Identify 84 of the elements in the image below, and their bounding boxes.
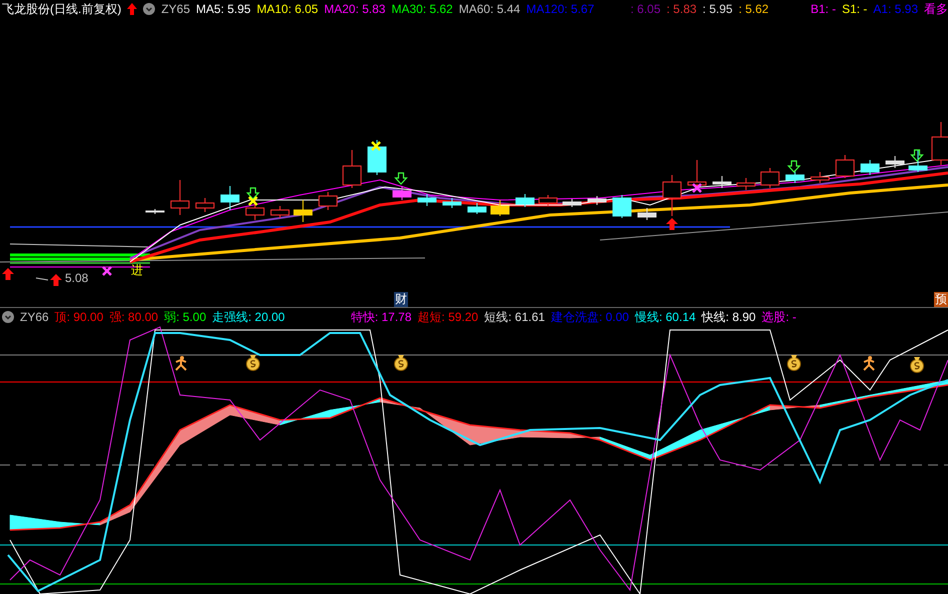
candlestick bbox=[712, 176, 732, 188]
candlestick bbox=[562, 198, 582, 208]
candlestick bbox=[490, 200, 510, 216]
candlestick bbox=[662, 174, 682, 216]
candlestick bbox=[886, 156, 904, 168]
indicator-name: ZY65 bbox=[161, 1, 190, 18]
indicator-value: 快线: 8.90 bbox=[702, 309, 756, 326]
candlestick bbox=[836, 154, 854, 178]
cross-icon bbox=[248, 196, 258, 206]
candlestick bbox=[196, 198, 214, 212]
indicator-value: MA60: 5.44 bbox=[458, 1, 520, 18]
indicator-value: 短线: 61.61 bbox=[484, 309, 545, 326]
down-arrow-icon bbox=[910, 149, 924, 162]
event-marker: 预 bbox=[934, 292, 948, 307]
indicator-value: 走强线: 20.00 bbox=[212, 309, 285, 326]
candlestick bbox=[246, 200, 264, 220]
indicator-value: 超短: 59.20 bbox=[418, 309, 478, 326]
entry-label: 进 bbox=[131, 263, 143, 277]
candlestick bbox=[294, 200, 312, 222]
up-arrow-icon bbox=[50, 274, 62, 286]
indicator-value: 特快: 17.78 bbox=[350, 309, 412, 326]
candlestick bbox=[538, 194, 558, 206]
stock-title: 飞龙股份(日线.前复权) bbox=[2, 1, 122, 18]
indicator-value: : 6.05 bbox=[630, 1, 661, 18]
candlestick bbox=[392, 186, 412, 200]
money-bag-icon bbox=[246, 355, 260, 371]
indicator-value: MA10: 6.05 bbox=[256, 1, 318, 18]
indicator-name: ZY66 bbox=[20, 309, 49, 326]
candlestick bbox=[810, 172, 830, 184]
signal-value: S1: - bbox=[842, 1, 868, 18]
money-bag-icon bbox=[910, 357, 924, 373]
indicator-value: 弱: 5.00 bbox=[164, 309, 206, 326]
candlestick bbox=[270, 206, 290, 218]
candlestick bbox=[588, 196, 606, 206]
candlestick bbox=[736, 178, 756, 190]
indicator-value: 慢线: 60.14 bbox=[634, 309, 696, 326]
candlestick bbox=[860, 160, 880, 176]
indicator-value: 强: 80.00 bbox=[109, 309, 158, 326]
candlestick bbox=[318, 192, 338, 210]
candlestick bbox=[516, 194, 534, 208]
candlestick bbox=[368, 140, 386, 176]
down-arrow-icon bbox=[246, 187, 260, 200]
running-figure-icon bbox=[175, 356, 187, 371]
cross-icon bbox=[102, 266, 112, 276]
money-bag-icon bbox=[394, 355, 408, 371]
running-figure-icon bbox=[863, 356, 875, 371]
leader-line bbox=[36, 278, 48, 280]
candlestick bbox=[612, 194, 632, 218]
indicator-value: MA20: 5.83 bbox=[324, 1, 386, 18]
candlestick bbox=[638, 208, 656, 220]
candlestick bbox=[932, 122, 948, 166]
indicator-value: 建仓洗盘: 0.00 bbox=[550, 309, 629, 326]
indicator-value: : 5.83 bbox=[666, 1, 697, 18]
signal-value: B1: - bbox=[810, 1, 836, 18]
candlestick bbox=[342, 150, 362, 188]
signal-value: 看多 bbox=[924, 1, 948, 18]
money-bag-icon bbox=[787, 355, 801, 371]
low-price-label: 5.08 bbox=[65, 271, 88, 285]
candlestick bbox=[908, 150, 928, 172]
candlestick bbox=[418, 194, 436, 206]
indicator-value: 顶: 90.00 bbox=[54, 309, 104, 326]
down-arrow-icon bbox=[787, 160, 801, 173]
indicator-value: 选股: - bbox=[762, 309, 796, 326]
candlestick bbox=[442, 198, 462, 208]
up-arrow-icon bbox=[127, 3, 138, 15]
candlestick bbox=[468, 202, 486, 214]
candlestick bbox=[786, 170, 804, 184]
indicator-value: MA5: 5.95 bbox=[196, 1, 251, 18]
down-arrow-icon bbox=[394, 172, 408, 185]
up-arrow-icon bbox=[2, 268, 14, 280]
indicator-value: : 5.62 bbox=[738, 1, 769, 18]
dropdown-icon[interactable] bbox=[2, 311, 14, 323]
indicator-value: : 5.95 bbox=[702, 1, 733, 18]
candlestick bbox=[220, 186, 240, 210]
up-arrow-icon bbox=[666, 218, 678, 230]
event-marker: 财 bbox=[394, 292, 408, 307]
cross-icon bbox=[692, 182, 702, 194]
dropdown-icon[interactable] bbox=[143, 3, 156, 15]
candlestick bbox=[760, 168, 780, 188]
candlestick bbox=[170, 180, 190, 216]
indicator-value: MA30: 5.62 bbox=[391, 1, 453, 18]
cross-icon bbox=[370, 140, 382, 152]
signal-value: A1: 5.93 bbox=[873, 1, 918, 18]
indicator-value: MA120: 5.67 bbox=[526, 1, 594, 18]
